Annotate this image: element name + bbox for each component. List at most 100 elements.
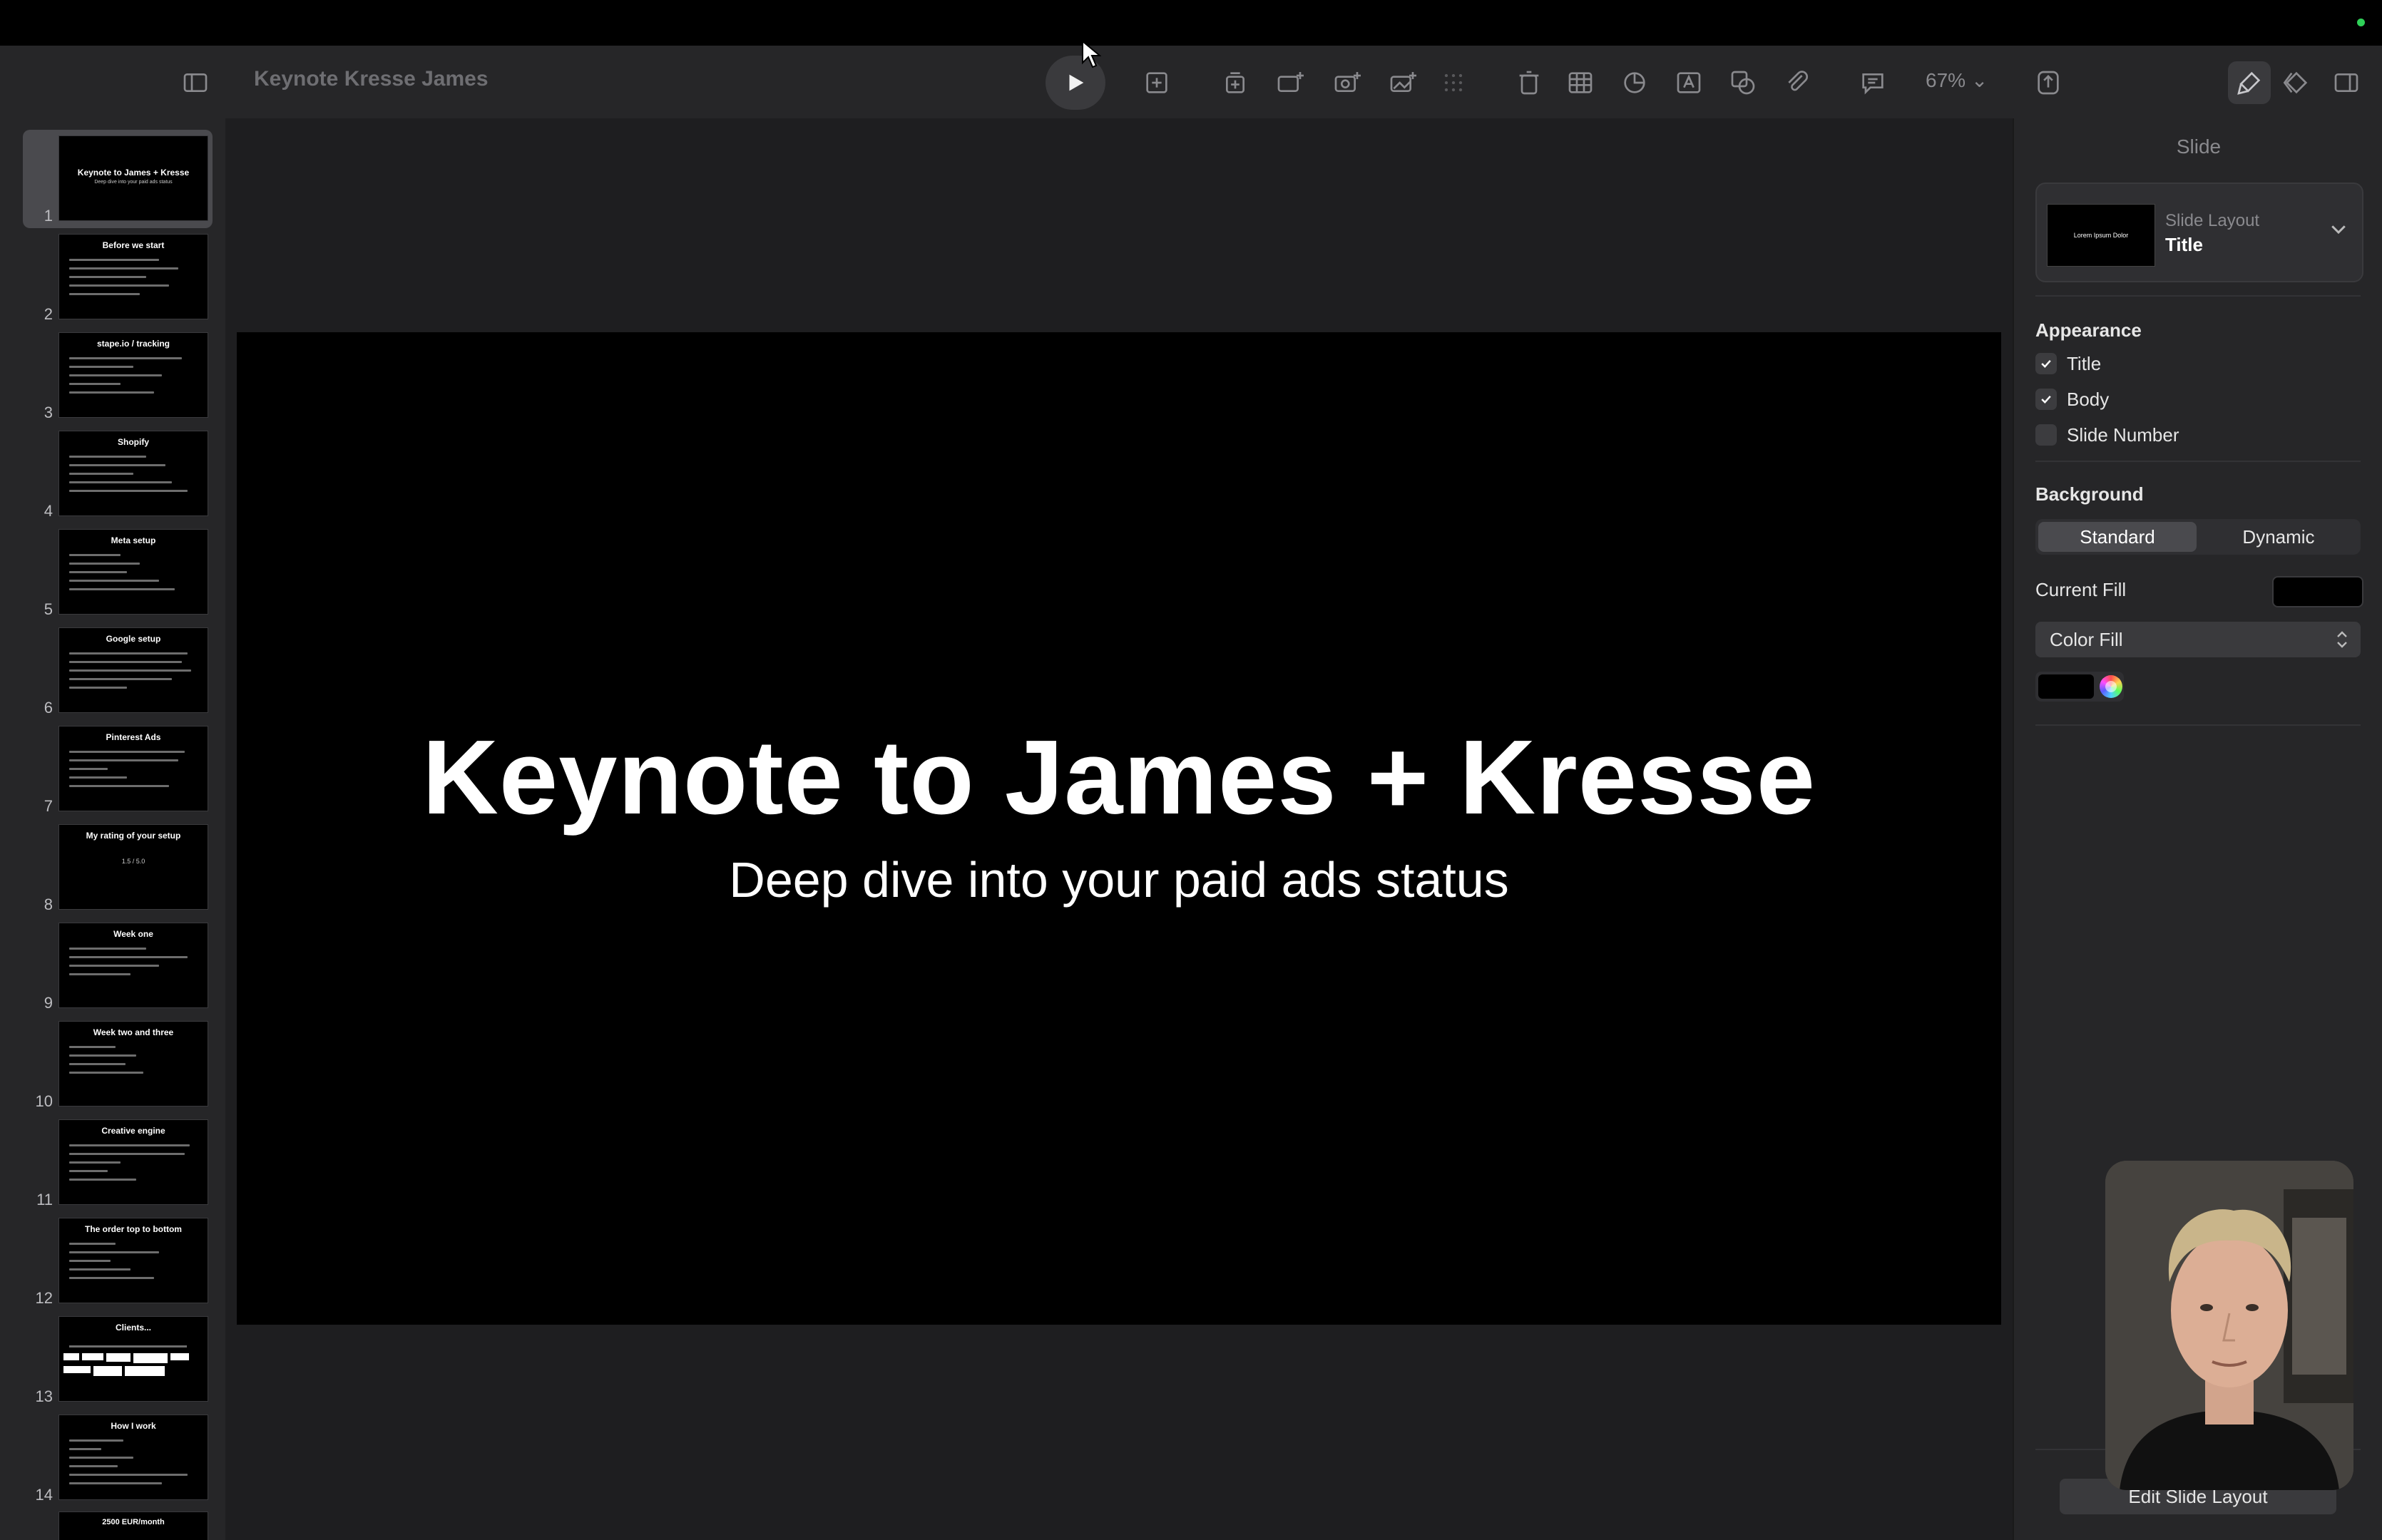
body-checkbox[interactable]	[2035, 389, 2057, 410]
thumbnail-title: Shopify	[118, 437, 149, 447]
chevron-down-icon: ⌄	[1970, 69, 1988, 91]
shape-icon[interactable]	[1722, 61, 1764, 104]
thumbnail-title: My rating of your setup	[86, 831, 181, 841]
slide-thumbnail-4[interactable]: Shopify 4	[0, 431, 225, 520]
slide-thumbnail-13[interactable]: Clients... 13	[0, 1316, 225, 1406]
thumbnail-preview: Meta setup	[58, 529, 208, 615]
standard-segment[interactable]: Standard	[2038, 522, 2197, 552]
layout-thumbnail: Lorem Ipsum Dolor	[2047, 204, 2155, 267]
thumbnail-title: The order top to bottom	[85, 1224, 182, 1234]
thumbnail-body	[69, 1046, 198, 1080]
zoom-menu[interactable]: 67% ⌄	[1926, 68, 1988, 92]
animate-icon[interactable]	[2275, 61, 2318, 104]
slide-number: 4	[44, 502, 53, 520]
slide-number: 8	[44, 895, 53, 913]
chart-icon[interactable]	[1613, 61, 1656, 104]
thumbnail-body	[69, 1439, 198, 1491]
background-heading: Background	[2035, 483, 2144, 505]
thumbnail-title: Creative engine	[101, 1126, 165, 1136]
slide-thumbnail-10[interactable]: Week two and three 10	[0, 1021, 225, 1111]
slide-number: 6	[44, 699, 53, 717]
slide-thumbnail-5[interactable]: Meta setup 5	[0, 529, 225, 619]
text-icon[interactable]	[1667, 61, 1710, 104]
document-title: Keynote Kresse James	[254, 67, 489, 91]
thumbnail-preview: Week one	[58, 923, 208, 1008]
thumbnail-preview: stape.io / tracking	[58, 332, 208, 418]
slide-title[interactable]: Keynote to James + Kresse	[237, 717, 2001, 838]
divider	[2035, 461, 2361, 462]
thumbnail-body	[69, 357, 198, 400]
photo-add-icon[interactable]	[1325, 61, 1368, 104]
slide-thumbnail-6[interactable]: Google setup 6	[0, 627, 225, 717]
slide-thumbnail-14[interactable]: How I work 14	[0, 1415, 225, 1504]
slide-number: 11	[36, 1191, 53, 1208]
slide-canvas: Keynote to James + Kresse Deep dive into…	[225, 118, 2013, 1540]
table-icon[interactable]	[1559, 61, 1602, 104]
slide-thumbnail-11[interactable]: Creative engine 11	[0, 1119, 225, 1209]
chevron-down-icon	[2331, 225, 2346, 235]
thumbnail-title: stape.io / tracking	[96, 339, 170, 349]
thumbnail-title: 2500 EUR/month	[102, 1518, 165, 1526]
current-fill-swatch[interactable]	[2272, 576, 2363, 607]
current-fill-label: Current Fill	[2035, 579, 2127, 600]
checkbox-label: Slide Number	[2067, 423, 2179, 446]
updown-chevron-icon	[2337, 631, 2347, 648]
slide-thumbnail-7[interactable]: Pinterest Ads 7	[0, 726, 225, 816]
thumbnail-preview: Shopify	[58, 431, 208, 516]
slide-thumbnail-12[interactable]: The order top to bottom 12	[0, 1218, 225, 1308]
checkmark-icon	[2041, 359, 2051, 368]
checkbox-label: Title	[2067, 352, 2102, 374]
slide-number-checkbox[interactable]	[2035, 424, 2057, 446]
thumbnail-preview: Creative engine	[58, 1119, 208, 1205]
thumbnail-title: Before we start	[102, 240, 165, 250]
format-icon[interactable]	[2228, 61, 2271, 104]
thumbnail-body	[69, 554, 198, 597]
checkmark-icon	[2041, 395, 2051, 404]
trash-icon[interactable]	[1508, 61, 1550, 104]
duplicate-icon[interactable]	[1214, 61, 1257, 104]
photo-icon[interactable]	[1381, 61, 1423, 104]
media-icon[interactable]	[1776, 61, 1819, 104]
slide-thumbnail-1[interactable]: Keynote to James + Kresse Deep dive into…	[0, 130, 225, 228]
thumbnail-preview: My rating of your setup 1.5 / 5.0	[58, 824, 208, 910]
layout-value: Title	[2165, 234, 2203, 255]
thumbnail-subtitle: 1.5 / 5.0	[121, 858, 145, 865]
slide-number: 5	[44, 600, 53, 618]
slide-number: 2	[44, 305, 53, 323]
slide-thumbnail-3[interactable]: stape.io / tracking 3	[0, 332, 225, 422]
appearance-heading: Appearance	[2035, 319, 2142, 341]
thumbnail-preview: Before we start	[58, 234, 208, 319]
color-swatch[interactable]	[2038, 674, 2094, 699]
slide-number: 13	[35, 1387, 53, 1405]
document-icon[interactable]	[2325, 61, 2368, 104]
slide-thumbnail-8[interactable]: My rating of your setup 1.5 / 5.0 8	[0, 824, 225, 914]
thumbnail-title: Meta setup	[111, 535, 156, 545]
slide-subtitle[interactable]: Deep dive into your paid ads status	[237, 851, 2001, 908]
slide-number: 9	[44, 994, 53, 1012]
title-checkbox-row[interactable]: Title	[2035, 351, 2101, 376]
fill-type-popup[interactable]: Color Fill	[2035, 622, 2361, 657]
sidebar-toggle-icon[interactable]	[174, 61, 217, 104]
thumbnail-preview: How I work	[58, 1415, 208, 1500]
thumbnail-body	[69, 751, 198, 794]
comment-icon[interactable]	[1851, 61, 1894, 104]
inspector-tab-slide[interactable]: Slide	[2014, 135, 2382, 158]
grid-icon[interactable]	[1432, 61, 1475, 104]
slide-number-checkbox-row[interactable]: Slide Number	[2035, 422, 2179, 448]
current-slide[interactable]: Keynote to James + Kresse Deep dive into…	[237, 332, 2001, 1325]
slide-layout-picker[interactable]: Lorem Ipsum Dolor Slide Layout Title	[2035, 183, 2363, 282]
color-wheel-icon[interactable]	[2100, 675, 2122, 698]
slide-thumbnail-9[interactable]: Week one 9	[0, 923, 225, 1012]
slide-thumbnail-2[interactable]: Before we start 2	[0, 234, 225, 324]
adjust-icon[interactable]	[1268, 61, 1311, 104]
fill-type-value: Color Fill	[2050, 629, 2123, 650]
slide-thumbnail-15[interactable]: 2500 EUR/month	[0, 1511, 225, 1540]
thumbnail-body	[69, 456, 198, 498]
thumbnail-preview: 2500 EUR/month	[58, 1511, 208, 1540]
dynamic-segment[interactable]: Dynamic	[2199, 522, 2358, 552]
share-icon[interactable]	[2027, 61, 2070, 104]
title-checkbox[interactable]	[2035, 353, 2057, 374]
body-checkbox-row[interactable]: Body	[2035, 386, 2109, 412]
color-well[interactable]	[2035, 672, 2124, 702]
add-slide-icon[interactable]	[1135, 61, 1178, 104]
